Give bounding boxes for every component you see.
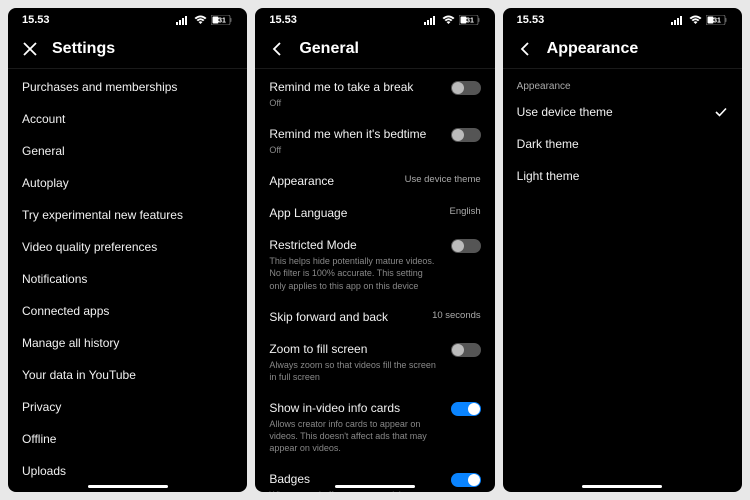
row-cards[interactable]: Show in-video info cardsAllows creator i… [255,392,494,463]
section-label: Appearance [503,71,742,96]
svg-text:31: 31 [713,18,721,25]
cellular-icon [176,15,190,25]
header: General [255,32,494,69]
toggle-badges[interactable] [451,473,481,487]
toggle-bedtime[interactable] [451,128,481,142]
row-skip[interactable]: Skip forward and back 10 seconds [255,301,494,333]
toggle-break[interactable] [451,81,481,95]
option-dark-theme[interactable]: Dark theme [503,128,742,160]
home-indicator[interactable] [88,485,168,488]
general-list: Remind me to take a breakOff Remind me w… [255,69,494,492]
settings-item-your-data[interactable]: Your data in YouTube [8,359,247,391]
cellular-icon [424,15,438,25]
settings-item-uploads[interactable]: Uploads [8,455,247,487]
wifi-icon [689,15,702,25]
home-indicator[interactable] [582,485,662,488]
settings-item-purchases[interactable]: Purchases and memberships [8,71,247,103]
row-bedtime[interactable]: Remind me when it's bedtimeOff [255,118,494,165]
status-time: 15.53 [269,14,297,26]
screen-settings: 15.53 31 Settings Purchases and membersh… [8,8,247,492]
settings-item-connected[interactable]: Connected apps [8,295,247,327]
appearance-list: Appearance Use device theme Dark theme L… [503,69,742,492]
toggle-cards[interactable] [451,402,481,416]
status-bar: 15.53 31 [255,8,494,32]
settings-list: Purchases and memberships Account Genera… [8,69,247,492]
toggle-zoom[interactable] [451,343,481,357]
page-title: Settings [52,40,115,58]
status-right: 31 [671,15,728,25]
battery-icon: 31 [211,15,233,25]
row-restricted[interactable]: Restricted ModeThis helps hide potential… [255,229,494,300]
settings-item-general[interactable]: General [8,135,247,167]
settings-item-history[interactable]: Manage all history [8,327,247,359]
back-icon[interactable] [517,41,533,57]
row-language[interactable]: App Language English [255,197,494,229]
settings-item-notifications[interactable]: Notifications [8,263,247,295]
wifi-icon [442,15,455,25]
settings-item-autoplay[interactable]: Autoplay [8,167,247,199]
page-title: Appearance [547,40,639,58]
row-meta: 10 seconds [432,310,481,321]
settings-item-experimental[interactable]: Try experimental new features [8,199,247,231]
status-right: 31 [424,15,481,25]
home-indicator[interactable] [335,485,415,488]
close-icon[interactable] [22,41,38,57]
header: Settings [8,32,247,69]
row-appearance[interactable]: Appearance Use device theme [255,165,494,197]
battery-icon: 31 [459,15,481,25]
option-light-theme[interactable]: Light theme [503,160,742,192]
status-bar: 15.53 31 [503,8,742,32]
toggle-restricted[interactable] [451,239,481,253]
svg-text:31: 31 [218,18,226,25]
back-icon[interactable] [269,41,285,57]
cellular-icon [671,15,685,25]
status-time: 15.53 [517,14,545,26]
row-meta: Use device theme [405,174,481,185]
status-right: 31 [176,15,233,25]
row-meta: English [449,206,480,217]
svg-text:31: 31 [466,18,474,25]
row-break[interactable]: Remind me to take a breakOff [255,71,494,118]
status-bar: 15.53 31 [8,8,247,32]
row-zoom[interactable]: Zoom to fill screenAlways zoom so that v… [255,333,494,392]
page-title: General [299,40,359,58]
battery-icon: 31 [706,15,728,25]
check-icon [714,105,728,119]
status-time: 15.53 [22,14,50,26]
settings-item-account[interactable]: Account [8,103,247,135]
header: Appearance [503,32,742,69]
option-device-theme[interactable]: Use device theme [503,96,742,128]
screen-general: 15.53 31 General Remind me to take a bre… [255,8,494,492]
settings-item-privacy[interactable]: Privacy [8,391,247,423]
screen-appearance: 15.53 31 Appearance Appearance Use devic… [503,8,742,492]
settings-item-offline[interactable]: Offline [8,423,247,455]
settings-item-video-quality[interactable]: Video quality preferences [8,231,247,263]
wifi-icon [194,15,207,25]
